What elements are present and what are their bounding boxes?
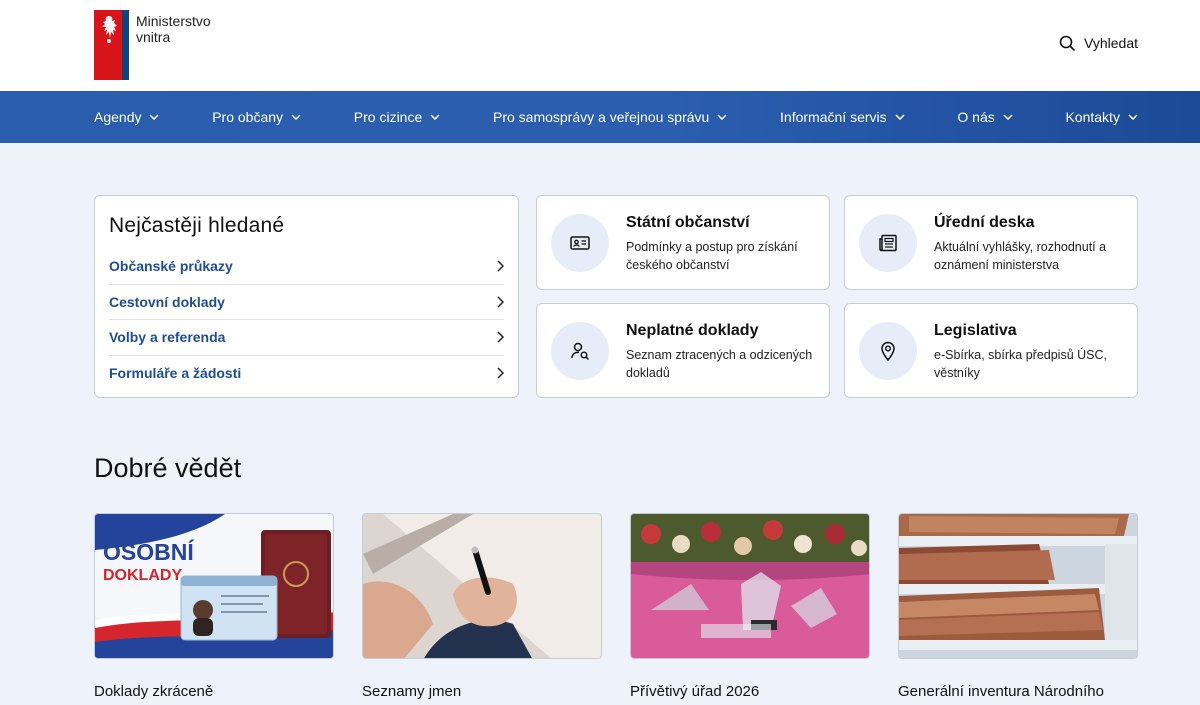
nav-item-o-nas[interactable]: O nás [957,109,1013,125]
map-pin-icon [859,322,917,380]
search-icon [1059,35,1075,51]
nav-label: O nás [957,109,995,125]
chevron-right-icon [497,331,504,343]
nav-item-agendy[interactable]: Agendy [94,109,160,125]
card-description: Podmínky a postup pro získání českého ob… [626,240,798,272]
tile-image-text-osobni: OSOBNÍ [103,538,194,565]
card-description: e-Sbírka, sbírka předpisů ÚSC, věstníky [934,348,1107,380]
tile-seznamy-jmen[interactable]: Seznamy jmen [362,513,602,700]
frequent-link-label: Formuláře a žádosti [109,365,242,382]
chevron-right-icon [497,260,504,272]
tile-title: Seznamy jmen [362,683,462,700]
tile-generalni-inventura[interactable]: Generální inventura Národního [898,513,1138,700]
coat-of-arms-icon [94,10,129,80]
card-description: Aktuální vyhlášky, rozhodnutí a oznámení… [934,240,1107,272]
nav-item-informacni-servis[interactable]: Informační servis [780,109,905,125]
card-title: Neplatné doklady [626,322,759,339]
chevron-down-icon [1003,114,1013,120]
chevron-down-icon [895,114,905,120]
nav-label: Kontakty [1065,109,1120,125]
ministry-logo[interactable]: Ministerstvo vnitra [94,10,211,80]
chevron-right-icon [497,367,504,379]
search-button[interactable]: Vyhledat [1059,35,1138,51]
frequent-link-label: Cestovní doklady [109,293,225,310]
nav-label: Agendy [94,109,142,125]
chevron-down-icon [291,114,301,120]
user-search-icon [551,322,609,380]
tile-title: Přívětivý úřad 2026 [630,683,760,700]
tile-title: Doklady zkráceně [94,683,214,700]
frequent-link-label: Občanské průkazy [109,258,233,275]
main-navigation: Agendy Pro občany Pro cizince Pro samosp… [0,91,1200,143]
nav-label: Informační servis [780,109,887,125]
frequent-link-label: Volby a referenda [109,329,226,346]
card-statni-obcanstvi[interactable]: Státní občanství Podmínky a postup pro z… [536,195,830,290]
chevron-right-icon [497,296,504,308]
card-title: Úřední deska [934,214,1035,231]
logo-text-line2: vnitra [136,29,171,45]
frequent-link-formulare-a-zadosti[interactable]: Formuláře a žádosti [109,356,504,392]
card-neplatne-doklady[interactable]: Neplatné doklady Seznam ztracených a odz… [536,303,830,398]
tile-image [630,513,870,659]
card-legislativa[interactable]: Legislativa e-Sbírka, sbírka předpisů ÚS… [844,303,1138,398]
tile-image [898,513,1138,659]
frequently-searched-title: Nejčastěji hledané [109,214,285,237]
site-header: Ministerstvo vnitra Vyhledat [0,0,1200,91]
chevron-down-icon [717,114,727,120]
tile-title: Generální inventura Národního [898,683,1104,700]
chevron-down-icon [430,114,440,120]
tile-image [362,513,602,659]
tile-doklady-zkracene[interactable]: OSOBNÍ DOKLADY Doklady zkráceně [94,513,334,700]
tile-image: OSOBNÍ DOKLADY [94,513,334,659]
id-card-icon [551,214,609,272]
newspaper-icon [859,214,917,272]
good-to-know-title: Dobré vědět [94,453,242,483]
tile-image-text-doklady: DOKLADY [103,567,182,584]
card-description: Seznam ztracených a odzicených dokladů [626,348,813,380]
card-title: Státní občanství [626,214,750,231]
frequent-link-obcanske-prukazy[interactable]: Občanské průkazy [109,249,504,285]
nav-label: Pro cizince [353,109,423,125]
card-uredni-deska[interactable]: Úřední deska Aktuální vyhlášky, rozhodnu… [844,195,1138,290]
tile-privetivy-urad[interactable]: Přívětivý úřad 2026 [630,513,870,700]
frequent-link-volby-a-referenda[interactable]: Volby a referenda [109,320,504,356]
chevron-down-icon [1128,114,1138,120]
nav-item-pro-cizince[interactable]: Pro cizince [354,109,440,125]
nav-item-pro-samospravy[interactable]: Pro samosprávy a veřejnou správu [493,109,727,125]
nav-label: Pro občany [212,109,284,125]
nav-item-kontakty[interactable]: Kontakty [1065,109,1138,125]
chevron-down-icon [149,114,160,120]
search-label: Vyhledat [1084,35,1138,51]
card-title: Legislativa [934,322,1017,339]
logo-text-line1: Ministerstvo [136,13,211,29]
nav-label: Pro samosprávy a veřejnou správu [492,109,710,125]
nav-item-pro-obcany[interactable]: Pro občany [212,109,301,125]
frequently-searched-panel: Nejčastěji hledané Občanské průkazy Cest… [94,195,519,398]
frequent-link-cestovni-doklady[interactable]: Cestovní doklady [109,285,504,320]
